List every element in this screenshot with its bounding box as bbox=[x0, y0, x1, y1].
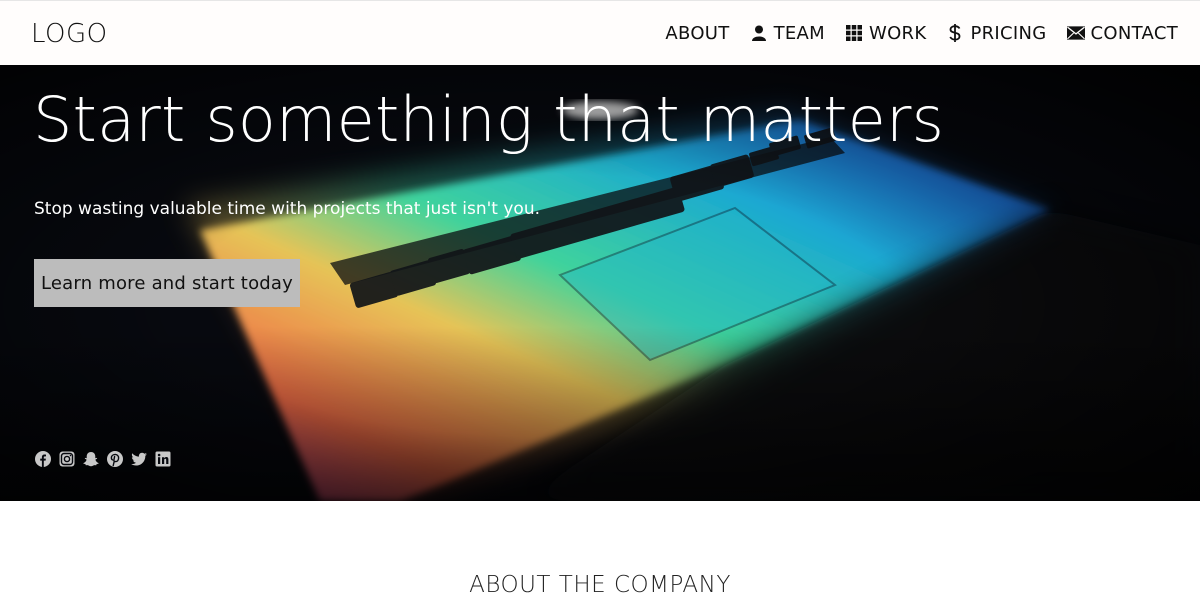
social-links bbox=[35, 451, 171, 467]
snapchat-icon[interactable] bbox=[83, 451, 99, 467]
top-navbar: LOGO ABOUT TEAM WORK PRICING CONTACT bbox=[0, 0, 1200, 65]
nav-about[interactable]: ABOUT bbox=[655, 1, 739, 65]
nav-pricing-label: PRICING bbox=[970, 22, 1047, 44]
nav-work-label: WORK bbox=[868, 22, 927, 44]
envelope-icon bbox=[1066, 24, 1085, 42]
facebook-icon[interactable] bbox=[35, 451, 51, 467]
user-icon bbox=[750, 24, 768, 42]
nav-contact[interactable]: CONTACT bbox=[1057, 1, 1178, 65]
main-nav: ABOUT TEAM WORK PRICING CONTACT bbox=[655, 1, 1178, 65]
hero-section: Start something that matters Stop wastin… bbox=[0, 65, 1200, 501]
instagram-icon[interactable] bbox=[59, 451, 75, 467]
hero-subtitle: Stop wasting valuable time with projects… bbox=[34, 199, 540, 219]
pinterest-icon[interactable] bbox=[107, 451, 123, 467]
linkedin-icon[interactable] bbox=[155, 451, 171, 467]
hero-title: Start something that matters bbox=[33, 83, 945, 156]
nav-work[interactable]: WORK bbox=[835, 1, 936, 65]
learn-more-button[interactable]: Learn more and start today bbox=[34, 259, 300, 307]
logo[interactable]: LOGO bbox=[31, 19, 108, 49]
about-section-title: ABOUT THE COMPANY bbox=[469, 572, 731, 598]
dollar-icon bbox=[946, 24, 964, 42]
twitter-icon[interactable] bbox=[131, 451, 147, 467]
nav-pricing[interactable]: PRICING bbox=[936, 1, 1056, 65]
grid-icon bbox=[845, 24, 863, 42]
nav-about-label: ABOUT bbox=[665, 22, 730, 44]
nav-team-label: TEAM bbox=[773, 22, 825, 44]
nav-contact-label: CONTACT bbox=[1090, 22, 1178, 44]
nav-team[interactable]: TEAM bbox=[740, 1, 835, 65]
